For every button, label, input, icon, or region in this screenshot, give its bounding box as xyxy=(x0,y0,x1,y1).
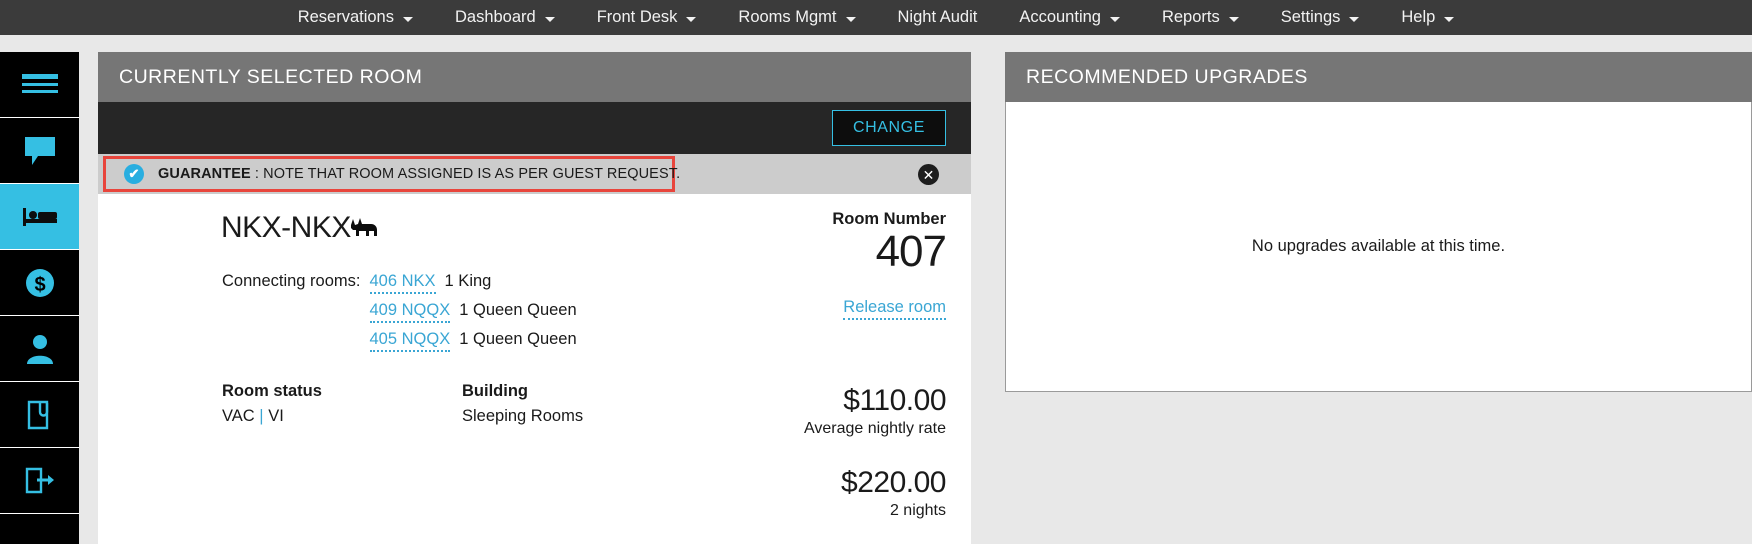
guarantee-text: NOTE THAT ROOM ASSIGNED IS AS PER GUEST … xyxy=(263,166,681,182)
panel-header: CURRENTLY SELECTED ROOM xyxy=(98,52,971,102)
chevron-down-icon xyxy=(544,16,555,22)
chevron-down-icon xyxy=(1444,16,1455,22)
room-number-value: 407 xyxy=(875,227,947,276)
nav-item-accounting[interactable]: Accounting xyxy=(998,0,1141,35)
close-icon[interactable]: ✕ xyxy=(918,164,939,185)
nav-item-front-desk[interactable]: Front Desk xyxy=(576,0,718,35)
rail-item-menu[interactable] xyxy=(0,52,79,118)
connecting-room-link[interactable]: 405 NQQX xyxy=(369,330,451,352)
average-nightly-rate-caption: Average nightly rate xyxy=(803,419,946,437)
chat-bubble-icon xyxy=(24,136,56,166)
person-icon xyxy=(26,334,54,364)
room-type-code: NKX-NKX xyxy=(221,210,379,246)
guarantee-separator: : xyxy=(250,166,264,182)
chevron-down-icon xyxy=(1349,16,1360,22)
release-room-link[interactable]: Release room xyxy=(843,298,946,320)
total-amount: $220.00 xyxy=(841,465,946,499)
total-nights-caption: 2 nights xyxy=(889,501,946,519)
document-export-icon xyxy=(24,466,56,496)
top-navigation-bar: Reservations Dashboard Front Desk Rooms … xyxy=(0,0,1752,35)
panel-action-bar: CHANGE xyxy=(98,102,971,154)
room-summary-column: Room Number 407 Release room $110.00 Ave… xyxy=(616,210,947,520)
check-circle-icon: ✔ xyxy=(124,164,144,184)
connecting-room-row: Connecting rooms: 406 NKX 1 King xyxy=(222,272,577,294)
guarantee-label: GUARANTEE xyxy=(158,166,251,182)
connecting-room-row: Connecting rooms: 409 NQQX 1 Queen Queen xyxy=(222,301,577,323)
left-icon-rail: $ xyxy=(0,52,79,544)
connecting-room-link[interactable]: 406 NKX xyxy=(369,272,436,294)
nav-item-dashboard[interactable]: Dashboard xyxy=(434,0,576,35)
bed-icon xyxy=(22,205,58,229)
guarantee-alert: ✔ GUARANTEE : NOTE THAT ROOM ASSIGNED IS… xyxy=(103,156,680,192)
nav-item-label: Dashboard xyxy=(454,8,536,26)
upgrades-empty-message: No upgrades available at this time. xyxy=(1251,237,1506,255)
connecting-room-type: 1 Queen Queen xyxy=(459,330,577,348)
nav-item-label: Accounting xyxy=(1019,8,1101,26)
upgrades-panel-body: No upgrades available at this time. xyxy=(1005,102,1752,392)
guarantee-bar: ✔ GUARANTEE : NOTE THAT ROOM ASSIGNED IS… xyxy=(98,154,971,194)
nav-item-settings[interactable]: Settings xyxy=(1260,0,1381,35)
connecting-room-row: Connecting rooms: 405 NQQX 1 Queen Queen xyxy=(222,330,577,352)
document-attachment-icon xyxy=(26,399,54,431)
nav-item-label: Help xyxy=(1401,8,1436,26)
average-nightly-rate-amount: $110.00 xyxy=(843,383,946,417)
chevron-down-icon xyxy=(1109,16,1120,22)
upgrades-panel-header: RECOMMENDED UPGRADES xyxy=(1005,52,1752,102)
upgrades-panel-title: RECOMMENDED UPGRADES xyxy=(1026,65,1308,88)
room-details-body: NKX-NKX Connecting rooms: 406 NKX 1 King… xyxy=(98,194,971,544)
connecting-room-type: 1 King xyxy=(444,272,492,290)
rail-item-messages[interactable] xyxy=(0,118,79,184)
connecting-rooms-block: Connecting rooms: 406 NKX 1 King Connect… xyxy=(222,272,577,359)
rail-item-guest-profile[interactable] xyxy=(0,316,79,382)
dollar-circle-icon: $ xyxy=(24,267,56,299)
hamburger-menu-icon xyxy=(21,72,59,98)
guarantee-message: GUARANTEE : NOTE THAT ROOM ASSIGNED IS A… xyxy=(158,166,680,182)
nav-item-rooms-mgmt[interactable]: Rooms Mgmt xyxy=(717,0,876,35)
rail-item-rooms[interactable] xyxy=(0,184,79,250)
nav-item-label: Front Desk xyxy=(596,8,678,26)
nav-item-night-audit[interactable]: Night Audit xyxy=(877,0,999,35)
room-status-column: Room status VAC | VI xyxy=(222,382,462,426)
nav-item-reservations[interactable]: Reservations xyxy=(277,0,434,35)
chevron-down-icon xyxy=(1228,16,1239,22)
nav-item-label: Rooms Mgmt xyxy=(738,8,837,26)
chevron-down-icon xyxy=(686,16,697,22)
nav-item-label: Reports xyxy=(1161,8,1220,26)
nav-items: Reservations Dashboard Front Desk Rooms … xyxy=(277,0,1476,35)
connecting-room-type: 1 Queen Queen xyxy=(459,301,577,319)
room-status-code-b: VI xyxy=(268,407,284,425)
change-button[interactable]: CHANGE xyxy=(831,110,946,146)
room-status-heading: Room status xyxy=(222,382,322,400)
nav-item-help[interactable]: Help xyxy=(1380,0,1475,35)
nav-item-label: Reservations xyxy=(297,8,394,26)
nav-item-label: Night Audit xyxy=(897,8,978,26)
room-code-text: NKX-NKX xyxy=(221,211,351,244)
nav-item-label: Settings xyxy=(1280,8,1341,26)
page-title: CURRENTLY SELECTED ROOM xyxy=(119,65,423,88)
pet-friendly-dog-icon xyxy=(349,212,379,246)
room-status-separator: | xyxy=(259,407,264,425)
recommended-upgrades-panel: RECOMMENDED UPGRADES No upgrades availab… xyxy=(1005,52,1752,392)
nav-item-reports[interactable]: Reports xyxy=(1141,0,1260,35)
chevron-down-icon xyxy=(402,16,413,22)
room-status-code-a: VAC xyxy=(222,407,255,425)
connecting-rooms-label: Connecting rooms: xyxy=(222,272,361,290)
currently-selected-room-panel: CURRENTLY SELECTED ROOM CHANGE ✔ GUARANT… xyxy=(98,52,971,544)
chevron-down-icon xyxy=(845,16,856,22)
rail-item-billing[interactable]: $ xyxy=(0,250,79,316)
connecting-room-link[interactable]: 409 NQQX xyxy=(369,301,451,323)
rail-item-checkout[interactable] xyxy=(0,448,79,514)
rail-item-attachments[interactable] xyxy=(0,382,79,448)
room-status-value: VAC | VI xyxy=(222,407,462,426)
svg-text:$: $ xyxy=(34,274,45,296)
